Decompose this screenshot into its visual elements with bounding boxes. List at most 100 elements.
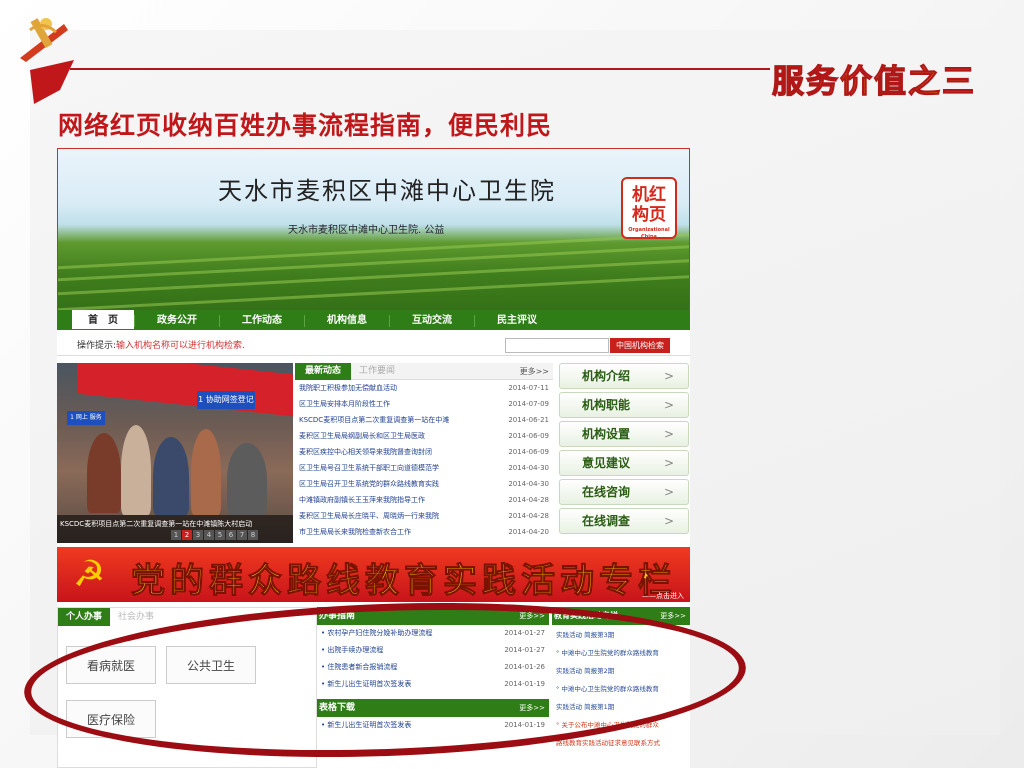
org-search-button[interactable]: 中国机构检索: [610, 338, 670, 353]
news-item[interactable]: KSCDC麦积项目点第二次重复调查第一站在中滩 2014-06-21: [295, 412, 553, 428]
news-item-date: 2014-06-09: [508, 432, 549, 440]
news-item-title: KSCDC麦积项目点第二次重复调查第一站在中滩: [299, 416, 450, 424]
news-item-title: 麦积区疾控中心相关领导来我院督查询封闭: [299, 448, 432, 456]
news-item-date: 2014-04-20: [508, 528, 549, 536]
nav-work-news[interactable]: 工作动态: [219, 314, 304, 327]
news-item-title: 市卫生局局长来我院检查新农合工作: [299, 528, 411, 536]
pager-dot[interactable]: 4: [204, 530, 214, 540]
huabiao-icon: [20, 18, 68, 62]
person: [227, 443, 267, 515]
news-item-date: 2014-04-28: [508, 512, 549, 520]
hint-label: 操作提示:: [77, 341, 117, 351]
side-button-label: 机构设置: [582, 427, 631, 441]
side-button-label: 在线调查: [582, 514, 631, 528]
header-line: [70, 68, 770, 70]
photo-sign: 1 网上 服务: [67, 411, 105, 425]
site-title: 天水市麦积区中滩中心卫生院: [218, 177, 556, 205]
person: [87, 433, 121, 513]
news-item-title: 区卫生局召开卫生系统党的群众路线教育实践: [299, 480, 439, 488]
chevron-right-icon: >: [663, 398, 674, 412]
chevron-right-icon: >: [663, 485, 674, 499]
photo-sign: 1 协助网签登记: [197, 391, 255, 409]
seal-line-2: 构页: [632, 205, 666, 225]
news-item-date: 2014-04-30: [508, 480, 549, 488]
news-item-title: 区卫生局安排本月阶段性工作: [299, 400, 390, 408]
news-more-link[interactable]: 更多>>: [520, 363, 549, 380]
nav-evaluation[interactable]: 民主评议: [474, 314, 559, 327]
news-item[interactable]: 区卫生局号召卫生系统干部职工向道德模范学 2014-04-30: [295, 460, 553, 476]
party-banner[interactable]: ☭ 党的群众路线教育实践活动专栏 ——点击进入: [57, 547, 690, 602]
news-item-date: 2014-06-21: [508, 416, 549, 424]
pager-dot[interactable]: 3: [193, 530, 203, 540]
seal-line-1: 机红: [632, 185, 666, 205]
nav-home[interactable]: 首 页: [72, 310, 134, 329]
side-button-list: 机构介绍 > 机构职能 > 机构设置 > 意见建议 > 在线咨询 > 在线调查 >: [559, 363, 689, 537]
hint-text: 输入机构名称可以进行机构检索.: [116, 341, 245, 351]
pager-dot[interactable]: 6: [226, 530, 236, 540]
chevron-right-icon: >: [663, 427, 674, 441]
news-item[interactable]: 麦积区卫生局局纲副局长和区卫生局医政 2014-06-09: [295, 428, 553, 444]
slide-title: 网络红页收纳百姓办事流程指南，便民利民: [58, 111, 553, 140]
side-button-intro[interactable]: 机构介绍 >: [559, 363, 689, 389]
pager-dot[interactable]: 1: [171, 530, 181, 540]
chevron-right-icon: >: [663, 456, 674, 470]
news-list: 我院职工积极参加无偿献血活动 2014-07-11 区卫生局安排本月阶段性工作 201…: [295, 380, 553, 540]
news-item-date: 2014-04-30: [508, 464, 549, 472]
news-item-title: 我院职工积极参加无偿献血活动: [299, 384, 397, 392]
person: [153, 437, 189, 515]
red-page-seal: 机红 构页 Organizational China: [621, 177, 677, 240]
side-button-label: 机构介绍: [582, 369, 631, 383]
tab-latest-news[interactable]: 最新动态: [295, 363, 352, 380]
news-panel: 最新动态 工作要闻 更多>> 我院职工积极参加无偿献血活动 2014-07-11 区…: [295, 363, 553, 543]
site-banner: 天水市麦积区中滩中心卫生院 天水市麦积区中滩中心卫生院. 公益 机红 构页 Or…: [57, 148, 690, 330]
news-header: 最新动态 工作要闻 更多>>: [295, 363, 553, 380]
side-button-survey[interactable]: 在线调查 >: [559, 508, 689, 534]
news-photo-slider[interactable]: 1 协助网签登记 1 网上 服务 KSCDC麦积项目点第二次重复调查第一站在中滩…: [57, 363, 293, 543]
nav-public-affairs[interactable]: 政务公开: [134, 314, 219, 327]
pager-dot[interactable]: 7: [237, 530, 247, 540]
tab-personal-affairs[interactable]: 个人办事: [58, 608, 111, 626]
chevron-right-icon: >: [663, 369, 674, 383]
site-nav: 首 页 政务公开 工作动态 机构信息 互动交流 民主评议: [58, 310, 689, 329]
news-item-title: 麦积区卫生局局长庄晓平、周晓炳一行来我院: [299, 512, 439, 520]
seal-small-text: Organizational China: [628, 227, 670, 240]
news-item[interactable]: 麦积区卫生局局长庄晓平、周晓炳一行来我院 2014-04-28: [295, 508, 553, 524]
org-search-input[interactable]: [505, 338, 609, 353]
party-emblem-icon: ☭: [73, 554, 106, 595]
news-item[interactable]: 区卫生局召开卫生系统党的群众路线教育实践 2014-04-30: [295, 476, 553, 492]
party-banner-text: 党的群众路线教育实践活动专栏: [131, 561, 677, 602]
news-item-date: 2014-07-11: [508, 384, 549, 392]
side-button-structure[interactable]: 机构设置 >: [559, 421, 689, 447]
news-item-date: 2014-07-09: [508, 400, 549, 408]
side-button-label: 在线咨询: [582, 485, 631, 499]
ribbon-icon: [30, 60, 74, 104]
nav-org-info[interactable]: 机构信息: [304, 314, 389, 327]
pager-dot[interactable]: 5: [215, 530, 225, 540]
party-click-link[interactable]: ——点击进入: [642, 591, 684, 601]
tab-work-news[interactable]: 工作要闻: [359, 363, 395, 380]
red-tent: [77, 363, 293, 417]
news-item[interactable]: 我院职工积极参加无偿献血活动 2014-07-11: [295, 380, 553, 396]
news-item-date: 2014-06-09: [508, 448, 549, 456]
side-button-suggestions[interactable]: 意见建议 >: [559, 450, 689, 476]
site-subtitle: 天水市麦积区中滩中心卫生院. 公益: [288, 225, 445, 236]
side-button-label: 机构职能: [582, 398, 631, 412]
news-item-date: 2014-04-28: [508, 496, 549, 504]
tab-social-affairs[interactable]: 社会办事: [118, 608, 154, 626]
news-item[interactable]: 中滩镇政府副镇长王玉萍来我院指导工作 2014-04-28: [295, 492, 553, 508]
chevron-right-icon: >: [663, 514, 674, 528]
news-item[interactable]: 区卫生局安排本月阶段性工作 2014-07-09: [295, 396, 553, 412]
slide-tag: 服务价值之三: [771, 61, 976, 100]
side-button-consult[interactable]: 在线咨询 >: [559, 479, 689, 505]
nav-interaction[interactable]: 互动交流: [389, 314, 474, 327]
news-item-title: 麦积区卫生局局纲副局长和区卫生局医政: [299, 432, 425, 440]
news-item-title: 中滩镇政府副镇长王玉萍来我院指导工作: [299, 496, 425, 504]
news-item-title: 区卫生局号召卫生系统干部职工向道德模范学: [299, 464, 439, 472]
person: [121, 425, 151, 515]
pager-dot-active[interactable]: 2: [182, 530, 192, 540]
news-item[interactable]: 麦积区疾控中心相关领导来我院督查询封闭 2014-06-09: [295, 444, 553, 460]
pager-dot[interactable]: 8: [248, 530, 258, 540]
side-button-functions[interactable]: 机构职能 >: [559, 392, 689, 418]
news-item[interactable]: 市卫生局局长来我院检查新农合工作 2014-04-20: [295, 524, 553, 540]
side-button-label: 意见建议: [582, 456, 631, 470]
